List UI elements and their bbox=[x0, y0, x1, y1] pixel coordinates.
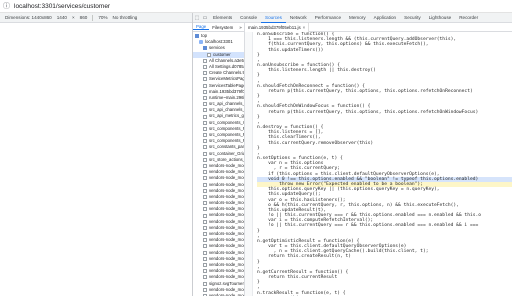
file-icon bbox=[203, 275, 207, 280]
devtools-panel: ⬚ ▭ Elements Console Sources Network Perform… bbox=[192, 13, 512, 296]
editor-tab-label: main.1935bd379f05eb11.js bbox=[248, 24, 301, 30]
file-icon bbox=[203, 102, 207, 107]
file-icon bbox=[203, 139, 207, 144]
file-icon bbox=[203, 126, 207, 131]
file-icon bbox=[207, 52, 211, 57]
file-icon bbox=[203, 207, 207, 212]
file-icon bbox=[203, 250, 207, 255]
throttle-select[interactable]: No throttling bbox=[113, 15, 138, 20]
file-icon bbox=[203, 77, 207, 82]
width-input[interactable]: 1440 bbox=[57, 15, 67, 20]
file-icon bbox=[203, 201, 207, 206]
code-lines: n.onSubscribe = function() { 1 === this.… bbox=[257, 32, 512, 296]
file-icon bbox=[203, 170, 207, 175]
file-icon bbox=[203, 151, 207, 156]
tab-sources[interactable]: Sources bbox=[261, 13, 286, 23]
navigator-tabs: Page Filesystem » bbox=[193, 23, 244, 32]
file-icon bbox=[203, 164, 207, 169]
folder-icon bbox=[203, 46, 207, 51]
file-icon bbox=[203, 176, 207, 181]
code-view[interactable]: n.onSubscribe = function() { 1 === this.… bbox=[245, 32, 512, 296]
chevron-right-icon[interactable]: » bbox=[236, 25, 244, 30]
editor-tab[interactable]: main.1935bd379f05eb11.js × bbox=[245, 22, 310, 32]
editor-tabbar: main.1935bd379f05eb11.js × bbox=[245, 22, 512, 32]
close-icon[interactable]: × bbox=[303, 25, 306, 30]
info-icon[interactable]: ⓘ bbox=[3, 3, 10, 10]
file-icon bbox=[203, 188, 207, 193]
code-editor: main.1935bd379f05eb11.js × n.onSubscribe … bbox=[245, 22, 512, 296]
cloud-icon bbox=[199, 40, 203, 45]
tab-filesystem[interactable]: Filesystem bbox=[209, 25, 236, 30]
tab-lighthouse[interactable]: Lighthouse bbox=[425, 13, 455, 23]
device-toggle-icon[interactable]: ▭ bbox=[201, 15, 209, 21]
height-input[interactable]: 860 bbox=[80, 15, 88, 20]
tab-performance[interactable]: Performance bbox=[311, 13, 345, 23]
sources-navigator: Page Filesystem » top localhost:3301 servi… bbox=[193, 23, 245, 296]
inspect-icon[interactable]: ⬚ bbox=[193, 15, 201, 21]
tab-page[interactable]: Page bbox=[193, 24, 210, 30]
tab-recorder[interactable]: Recorder bbox=[455, 13, 482, 23]
zoom-select[interactable]: 70% bbox=[98, 15, 107, 20]
file-icon bbox=[203, 281, 207, 286]
devtools-tab-list: Elements Console Sources Network Performance… bbox=[209, 13, 482, 23]
file-icon bbox=[203, 133, 207, 138]
tab-network[interactable]: Network bbox=[286, 13, 311, 23]
file-icon bbox=[203, 263, 207, 268]
file-icon bbox=[203, 225, 207, 230]
code-line: return p(this.currentQuery, this.options… bbox=[257, 109, 479, 115]
tab-elements[interactable]: Elements bbox=[209, 13, 236, 23]
file-icon bbox=[203, 95, 207, 100]
tab-memory[interactable]: Memory bbox=[345, 13, 370, 23]
folder-icon bbox=[195, 34, 199, 39]
file-icon bbox=[203, 287, 207, 292]
tab-console[interactable]: Console bbox=[236, 13, 261, 23]
file-icon bbox=[203, 194, 207, 199]
file-icon bbox=[203, 157, 207, 162]
code-line: !o || this.currentQuery === r && this.op… bbox=[257, 223, 479, 229]
file-icon bbox=[203, 71, 207, 76]
page-viewport[interactable] bbox=[0, 23, 192, 296]
file-icon bbox=[203, 108, 207, 113]
file-icon bbox=[203, 232, 207, 237]
times-icon: × bbox=[71, 15, 75, 20]
file-icon bbox=[203, 256, 207, 261]
file-icon bbox=[203, 120, 207, 125]
file-icon bbox=[203, 269, 207, 274]
file-icon bbox=[203, 58, 207, 63]
tab-application[interactable]: Application bbox=[370, 13, 400, 23]
file-icon bbox=[203, 89, 207, 94]
file-icon bbox=[203, 244, 207, 249]
file-icon bbox=[203, 238, 207, 243]
tab-security[interactable]: Security bbox=[400, 13, 425, 23]
devtools-tabbar: ⬚ ▭ Elements Console Sources Network Perform… bbox=[193, 13, 512, 23]
divider bbox=[92, 14, 94, 21]
line-gutter[interactable] bbox=[245, 32, 253, 296]
file-icon bbox=[203, 114, 207, 119]
file-icon bbox=[203, 219, 207, 224]
dimensions-select[interactable]: Dimensions: 1440x860 bbox=[5, 15, 52, 20]
address-url[interactable]: localhost:3301/services/customer bbox=[14, 3, 110, 10]
file-icon bbox=[203, 65, 207, 70]
device-toolbar: Dimensions: 1440x860 1440 × 860 70% No t… bbox=[0, 13, 192, 23]
browser-address-bar: ⓘ localhost:3301/services/customer bbox=[0, 0, 512, 13]
file-icon bbox=[203, 145, 207, 150]
file-icon bbox=[203, 213, 207, 218]
file-icon bbox=[203, 83, 207, 88]
file-tree: top localhost:3301 services customer All Cha… bbox=[193, 32, 244, 296]
file-icon bbox=[203, 182, 207, 187]
